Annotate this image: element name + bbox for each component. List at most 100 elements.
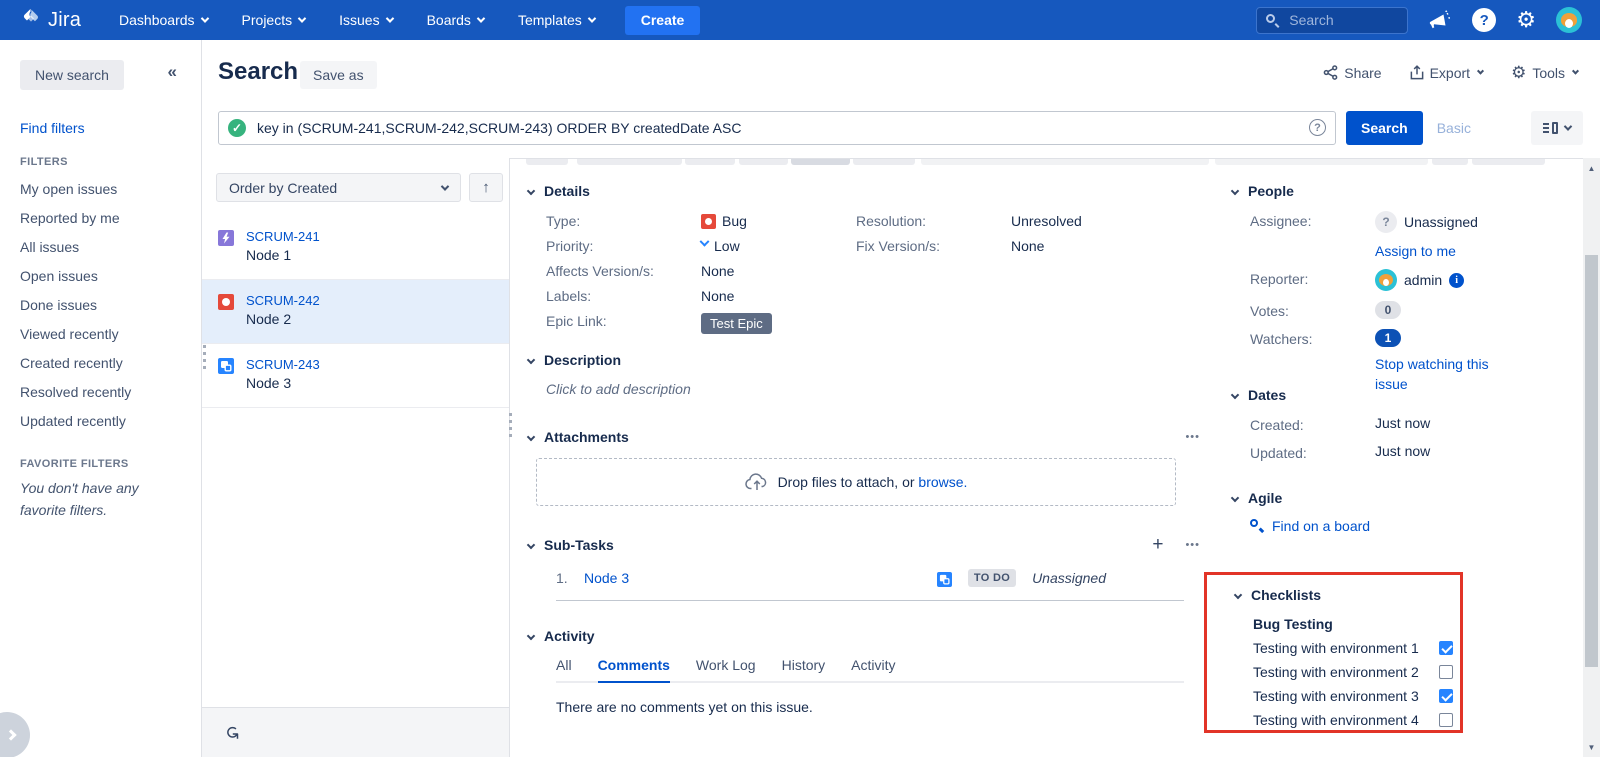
help-icon[interactable]: ? bbox=[1472, 8, 1496, 32]
nav-menu-projects[interactable]: Projects bbox=[242, 12, 306, 28]
settings-gear-icon[interactable]: ⚙ bbox=[1516, 9, 1536, 31]
find-on-board-link[interactable]: Find on a board bbox=[1272, 518, 1370, 534]
subtask-title-link[interactable]: Node 3 bbox=[584, 570, 629, 586]
tools-button[interactable]: ⚙ Tools bbox=[1511, 64, 1578, 81]
details-section: Details Type: Bug Priority: bbox=[526, 183, 1200, 343]
dates-section-header[interactable]: Dates bbox=[1230, 387, 1530, 403]
issue-key[interactable]: SCRUM-242 bbox=[246, 292, 320, 309]
top-navbar: Jira Dashboards Projects Issues Boards T… bbox=[0, 0, 1600, 40]
order-by-select[interactable]: Order by Created bbox=[216, 173, 461, 202]
sidebar-item-updated-recently[interactable]: Updated recently bbox=[0, 407, 202, 436]
sidebar-item-all-issues[interactable]: All issues bbox=[0, 233, 202, 262]
watchers-count-badge[interactable]: 1 bbox=[1375, 329, 1401, 347]
nav-menu-dashboards[interactable]: Dashboards bbox=[119, 12, 208, 28]
attachments-section-header[interactable]: Attachments bbox=[526, 429, 629, 445]
tab-comments[interactable]: Comments bbox=[598, 657, 670, 681]
scrollbar-thumb[interactable] bbox=[1585, 255, 1598, 667]
vertical-scrollbar[interactable]: ▲ ▼ bbox=[1583, 158, 1600, 757]
sidebar-item-done-issues[interactable]: Done issues bbox=[0, 291, 202, 320]
description-section-header[interactable]: Description bbox=[526, 352, 1200, 368]
issue-key[interactable]: SCRUM-243 bbox=[246, 356, 320, 373]
sidebar-item-viewed-recently[interactable]: Viewed recently bbox=[0, 320, 202, 349]
scroll-up-arrow[interactable]: ▲ bbox=[1583, 160, 1600, 176]
assign-to-me-link[interactable]: Assign to me bbox=[1375, 243, 1456, 259]
checklist-checkbox-3[interactable] bbox=[1439, 689, 1453, 703]
agile-section-header[interactable]: Agile bbox=[1230, 490, 1530, 506]
clipped-toolbar-button bbox=[685, 159, 735, 165]
people-section-header[interactable]: People bbox=[1230, 183, 1530, 199]
sidebar-item-resolved-recently[interactable]: Resolved recently bbox=[0, 378, 202, 407]
page-header: Search Save as Share Export ⚙ Tools ✓ ? … bbox=[202, 40, 1600, 158]
watchers-label: Watchers: bbox=[1250, 329, 1375, 347]
nav-menu-templates[interactable]: Templates bbox=[518, 12, 595, 28]
view-switcher-button[interactable] bbox=[1531, 111, 1583, 145]
refresh-icon[interactable]: ↺ bbox=[221, 725, 242, 740]
activity-section-header[interactable]: Activity bbox=[526, 628, 1200, 644]
scroll-down-arrow[interactable]: ▼ bbox=[1583, 739, 1600, 755]
attachments-dropzone[interactable]: Drop files to attach, or browse. bbox=[536, 458, 1176, 506]
chevron-down-icon bbox=[385, 14, 393, 22]
affects-version-value: None bbox=[701, 263, 734, 279]
description-placeholder[interactable]: Click to add description bbox=[546, 381, 1200, 397]
tab-history[interactable]: History bbox=[782, 657, 826, 681]
share-button[interactable]: Share bbox=[1323, 65, 1381, 81]
issue-row-scrum-241[interactable]: SCRUM-241 Node 1 bbox=[202, 216, 509, 280]
nav-menu-issues[interactable]: Issues bbox=[339, 12, 392, 28]
checklist-checkbox-2[interactable] bbox=[1439, 665, 1453, 679]
checklists-section-header[interactable]: Checklists bbox=[1233, 587, 1453, 603]
jql-help-icon[interactable]: ? bbox=[1309, 119, 1326, 136]
reporter-info-icon[interactable]: i bbox=[1449, 273, 1464, 288]
details-section-header[interactable]: Details bbox=[526, 183, 1200, 199]
issue-row-scrum-242[interactable]: SCRUM-242 Node 2 bbox=[202, 280, 509, 344]
labels-value: None bbox=[701, 288, 734, 304]
tab-work-log[interactable]: Work Log bbox=[696, 657, 756, 681]
subtasks-section-header[interactable]: Sub-Tasks bbox=[526, 537, 614, 553]
logo-text: Jira bbox=[48, 9, 81, 32]
tab-all[interactable]: All bbox=[556, 657, 572, 681]
sidebar-item-open-issues[interactable]: Open issues bbox=[0, 262, 202, 291]
global-search-input[interactable] bbox=[1256, 7, 1408, 34]
panel-resize-handle[interactable] bbox=[509, 413, 512, 441]
priority-value: Low bbox=[701, 238, 740, 254]
add-subtask-icon[interactable]: + bbox=[1152, 535, 1163, 554]
search-button[interactable]: Search bbox=[1346, 111, 1423, 145]
subtask-row[interactable]: 1. Node 3 TO DO Unassigned bbox=[556, 569, 1184, 601]
user-avatar[interactable] bbox=[1556, 7, 1582, 33]
tab-activity[interactable]: Activity bbox=[851, 657, 895, 681]
issue-key[interactable]: SCRUM-241 bbox=[246, 228, 320, 245]
create-button[interactable]: Create bbox=[625, 6, 701, 35]
votes-count-badge[interactable]: 0 bbox=[1375, 301, 1401, 319]
subtask-status-badge[interactable]: TO DO bbox=[968, 569, 1016, 587]
expand-panel-button[interactable] bbox=[0, 712, 30, 757]
find-filters-link[interactable]: Find filters bbox=[20, 120, 85, 136]
sidebar-item-created-recently[interactable]: Created recently bbox=[0, 349, 202, 378]
chevron-down-icon bbox=[527, 356, 535, 364]
find-on-board-search-icon bbox=[1250, 519, 1264, 533]
sidebar-resize-handle[interactable] bbox=[203, 345, 206, 373]
checklist-item-2: Testing with environment 2 bbox=[1253, 664, 1453, 680]
nav-menu-boards[interactable]: Boards bbox=[427, 12, 484, 28]
basic-mode-link[interactable]: Basic bbox=[1437, 120, 1471, 136]
sidebar-item-reported-by-me[interactable]: Reported by me bbox=[0, 204, 202, 233]
jql-query-input[interactable] bbox=[218, 111, 1336, 145]
save-as-button[interactable]: Save as bbox=[300, 61, 377, 89]
issue-list-footer: ↺ bbox=[202, 707, 509, 757]
issue-row-scrum-243[interactable]: SCRUM-243 Node 3 bbox=[202, 344, 509, 408]
reporter-avatar[interactable] bbox=[1375, 269, 1397, 291]
subtasks-more-icon[interactable]: ••• bbox=[1185, 539, 1200, 551]
issue-sidebar-panel: People Assignee: ? Unassigned Assign to … bbox=[1215, 159, 1552, 757]
collapse-sidebar-icon[interactable]: « bbox=[168, 62, 177, 82]
checklist-checkbox-4[interactable] bbox=[1439, 713, 1453, 727]
new-search-button[interactable]: New search bbox=[20, 60, 124, 90]
browse-link[interactable]: browse. bbox=[918, 474, 967, 490]
clipped-toolbar-button bbox=[853, 159, 915, 165]
priority-label: Priority: bbox=[546, 238, 701, 254]
checklist-checkbox-1[interactable] bbox=[1439, 641, 1453, 655]
announcements-icon[interactable] bbox=[1428, 9, 1452, 31]
attachments-more-icon[interactable]: ••• bbox=[1185, 431, 1200, 443]
epic-link-badge[interactable]: Test Epic bbox=[701, 313, 772, 334]
sort-direction-button[interactable]: ↑ bbox=[469, 173, 503, 202]
export-button[interactable]: Export bbox=[1410, 65, 1483, 81]
sidebar-item-my-open-issues[interactable]: My open issues bbox=[0, 175, 202, 204]
jira-logo[interactable]: Jira bbox=[20, 7, 81, 34]
